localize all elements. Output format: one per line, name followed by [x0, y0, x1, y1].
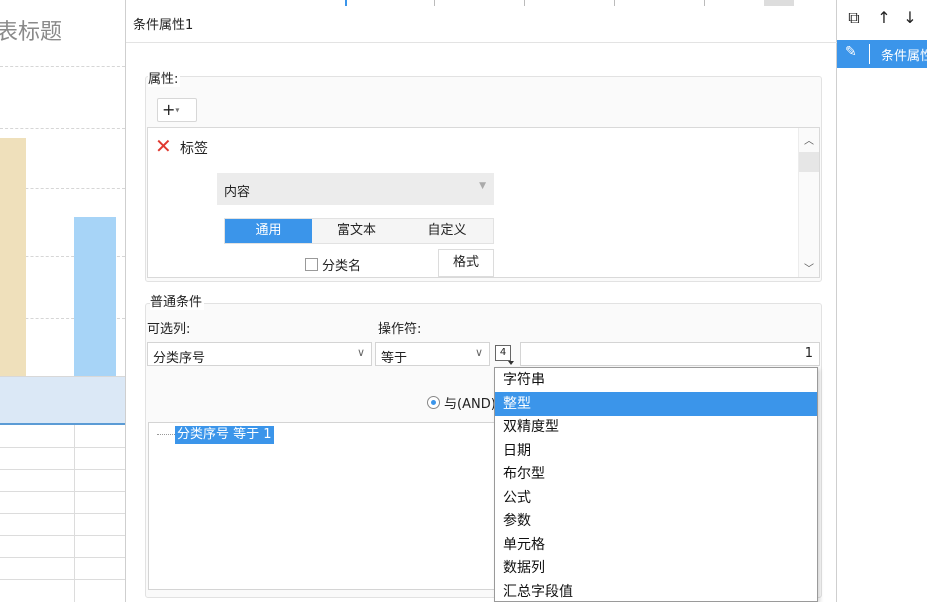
plus-icon: +: [162, 100, 176, 119]
chevron-down-icon: ▼: [479, 181, 486, 191]
gridline: [0, 66, 125, 67]
dropdown-item-data-column[interactable]: 数据列: [495, 556, 817, 580]
operator-value: 等于: [381, 351, 408, 366]
vertical-scrollbar[interactable]: ︿ ﹀: [798, 128, 819, 277]
dropdown-item-integer[interactable]: 整型: [495, 392, 817, 416]
move-down-icon[interactable]: ↓: [901, 8, 919, 28]
tab-rich-text[interactable]: 富文本: [312, 219, 401, 243]
edit-icon: ✎: [845, 44, 857, 60]
scroll-up-icon[interactable]: ︿: [799, 132, 819, 147]
chevron-down-icon: ∨: [356, 346, 365, 359]
dropdown-item-string[interactable]: 字符串: [495, 368, 817, 392]
condition-list-item-label: 条件属性1: [881, 49, 927, 64]
remove-icon[interactable]: ✕: [155, 136, 173, 156]
properties-label: 属性:: [148, 68, 181, 87]
chevron-down-icon: ▾: [175, 105, 180, 115]
scroll-thumb[interactable]: [799, 152, 819, 172]
background-chart-area: 表标题: [0, 0, 125, 602]
and-radio[interactable]: [427, 396, 440, 409]
chart-bar: [0, 138, 26, 376]
chevron-down-icon: ∨: [474, 346, 483, 359]
value-type-dropdown: 字符串 整型 双精度型 日期 布尔型 公式 参数 单元格 数据列 汇总字段值: [494, 367, 818, 602]
content-select[interactable]: 内容 ▼: [217, 173, 494, 205]
tree-connector: [157, 434, 177, 435]
gridline: [0, 128, 125, 129]
label-type-tabs: 通用 富文本 自定义: [224, 218, 494, 244]
available-column-select[interactable]: 分类序号 ∨: [147, 342, 372, 366]
operator-label: 操作符:: [378, 322, 422, 337]
property-panel: ✕ 标签 内容 ▼ 通用 富文本 自定义 分类名 格式 ︿ ﹀: [147, 127, 820, 278]
dialog-title: 条件属性1: [133, 18, 194, 33]
chart-band: [0, 377, 125, 423]
condition-list-item[interactable]: ✎ 条件属性1: [837, 40, 927, 68]
tab-custom[interactable]: 自定义: [401, 219, 493, 243]
condition-value-input[interactable]: 1: [520, 342, 820, 366]
category-name-checkbox[interactable]: [305, 258, 318, 271]
chart-bar: [74, 217, 116, 376]
category-name-label: 分类名: [322, 259, 362, 274]
dropdown-item-boolean[interactable]: 布尔型: [495, 462, 817, 486]
scroll-down-icon[interactable]: ﹀: [799, 260, 819, 275]
divider: [126, 42, 838, 43]
dropdown-item-date[interactable]: 日期: [495, 439, 817, 463]
and-radio-label: 与(AND): [444, 397, 496, 412]
condition-item[interactable]: 分类序号 等于 1: [175, 426, 274, 444]
format-button[interactable]: 格式: [438, 249, 494, 277]
divider: [869, 44, 870, 64]
value-type-icon[interactable]: 4: [495, 345, 514, 365]
copy-icon[interactable]: ⧉: [845, 8, 863, 28]
content-select-value: 内容: [224, 185, 251, 200]
tab-general[interactable]: 通用: [225, 219, 312, 243]
available-columns-label: 可选列:: [147, 322, 191, 337]
move-up-icon[interactable]: ↑: [875, 8, 893, 28]
add-property-button[interactable]: +▾: [157, 98, 197, 122]
chart-title: 表标题: [0, 20, 63, 45]
property-item-label: 标签: [180, 141, 208, 157]
available-column-value: 分类序号: [153, 351, 206, 366]
top-strip: [126, 0, 838, 6]
right-toolbar: ⧉ ↑ ↓: [837, 0, 927, 38]
dropdown-item-double[interactable]: 双精度型: [495, 415, 817, 439]
dropdown-item-parameter[interactable]: 参数: [495, 509, 817, 533]
right-panel: ⧉ ↑ ↓ ✎ 条件属性1: [837, 0, 927, 602]
dropdown-item-summary-field[interactable]: 汇总字段值: [495, 580, 817, 602]
dropdown-item-cell[interactable]: 单元格: [495, 533, 817, 557]
conditions-label: 普通条件: [150, 291, 205, 310]
operator-select[interactable]: 等于 ∨: [375, 342, 490, 366]
dropdown-item-formula[interactable]: 公式: [495, 486, 817, 510]
sheet-grid: [0, 423, 125, 602]
